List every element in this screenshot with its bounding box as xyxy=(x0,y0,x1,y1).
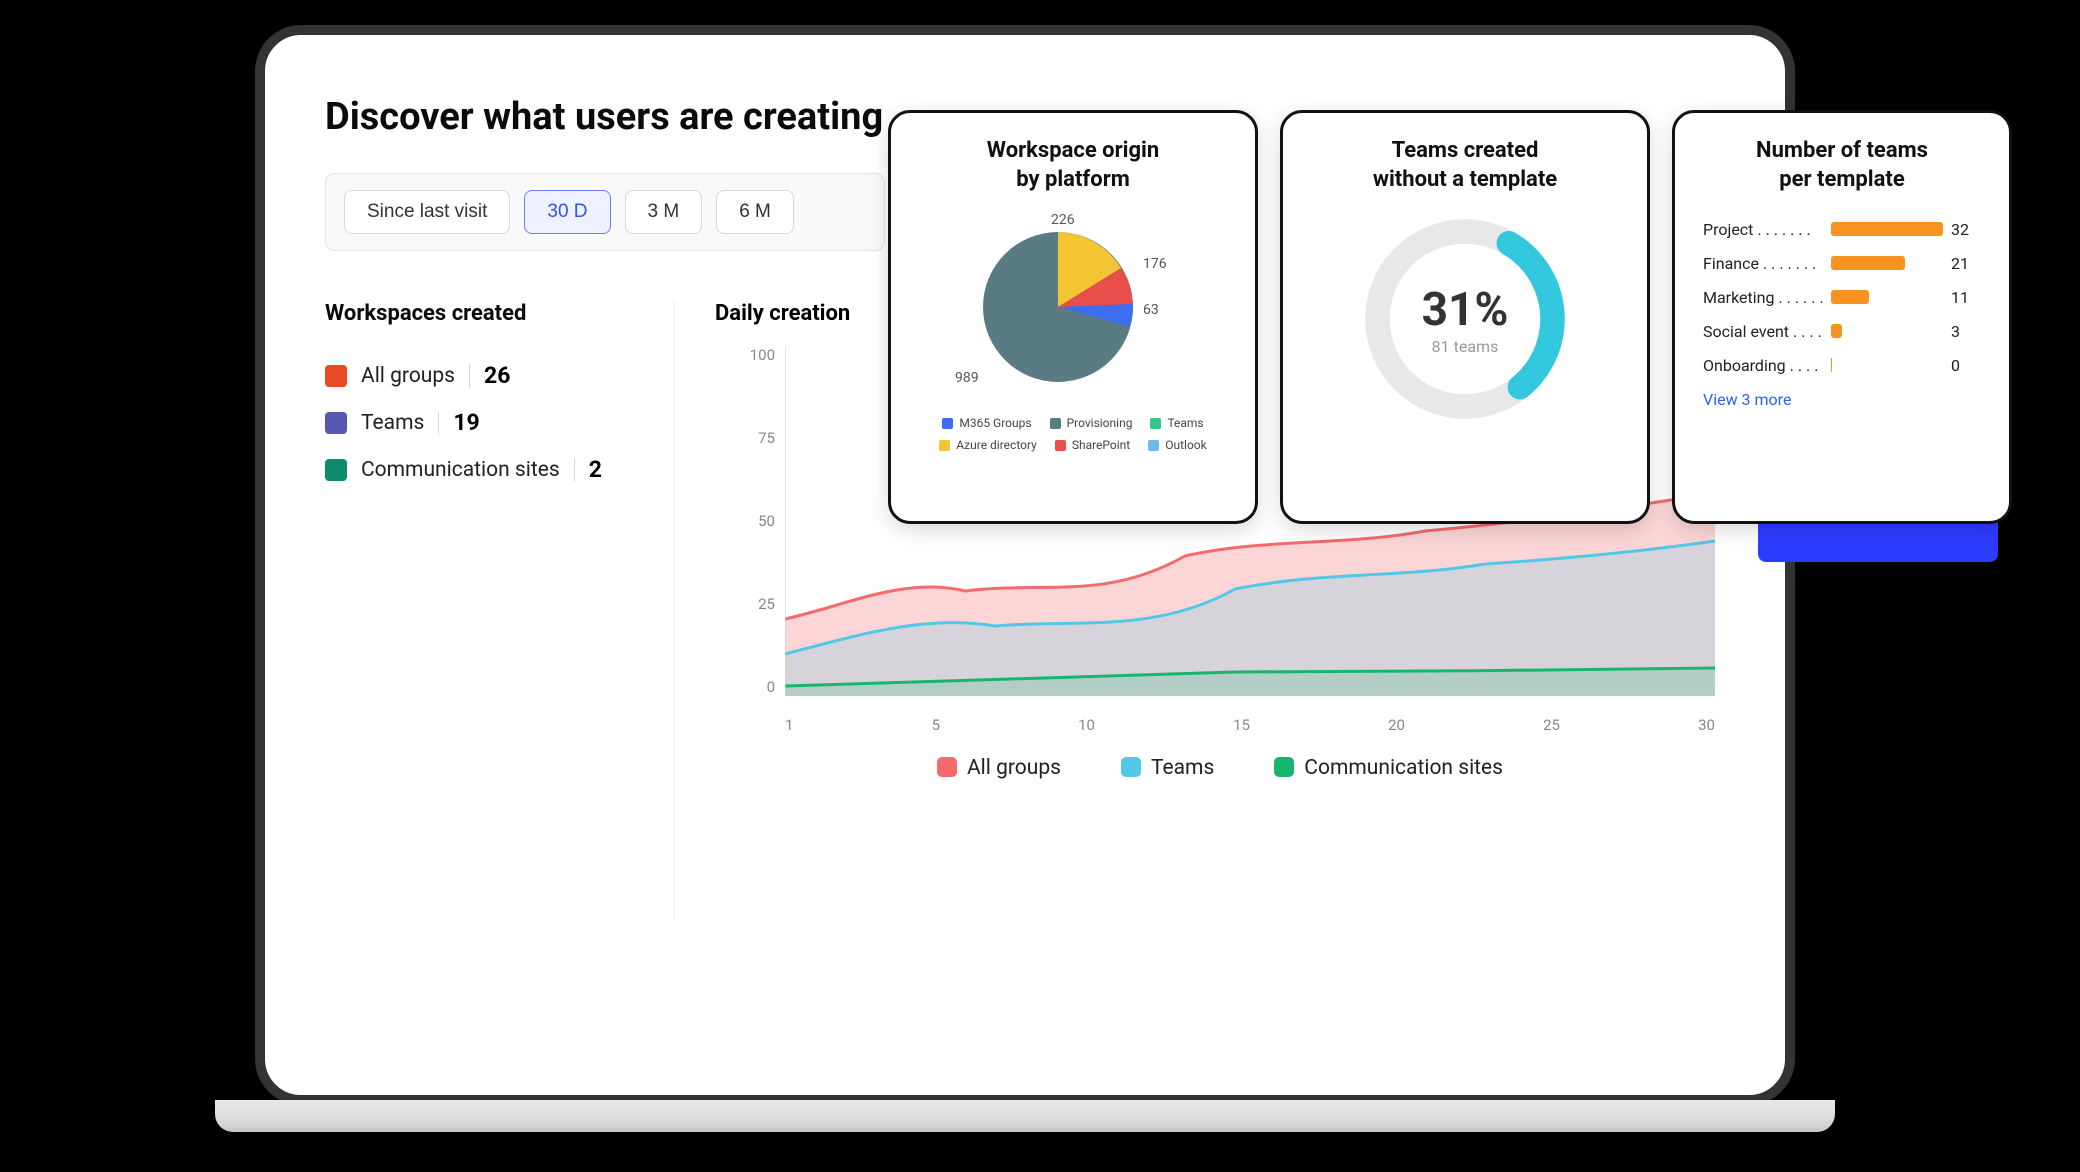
x-tick: 5 xyxy=(932,716,940,736)
pie-label: 63 xyxy=(1143,302,1159,318)
divider xyxy=(469,364,470,388)
bar-row: Finance . . . . . . . 21 xyxy=(1703,246,1981,280)
pie-label: 176 xyxy=(1143,256,1167,272)
card-teams-per-template: Number of teamsper template Project . . … xyxy=(1672,110,2012,524)
workspaces-heading: Workspaces created xyxy=(325,301,654,326)
x-tick: 30 xyxy=(1698,716,1715,736)
bar-label: Finance . . . . . . . xyxy=(1703,254,1823,273)
floating-cards: Workspace originby platform 226 176 63 9… xyxy=(888,110,2012,524)
bar-track xyxy=(1831,358,1943,372)
metric-label: Teams xyxy=(361,411,424,435)
bar-track xyxy=(1831,256,1943,270)
x-axis: 1 5 10 15 20 25 30 xyxy=(785,716,1715,736)
bar-value: 0 xyxy=(1951,356,1981,375)
bar-label: Marketing . . . . . . . xyxy=(1703,288,1823,307)
metric-comm-sites[interactable]: Communication sites 2 xyxy=(325,446,654,493)
range-30d[interactable]: 30 D xyxy=(524,190,610,234)
laptop-base xyxy=(215,1100,1835,1132)
legend-item-all-groups: All groups xyxy=(937,756,1061,780)
metric-teams[interactable]: Teams 19 xyxy=(325,399,654,446)
card-teams-without-template: Teams createdwithout a template 31% 81 t… xyxy=(1280,110,1650,524)
card-workspace-origin: Workspace originby platform 226 176 63 9… xyxy=(888,110,1258,524)
bar-row: Project . . . . . . . 32 xyxy=(1703,212,1981,246)
legend-item: M365 Groups xyxy=(942,416,1031,430)
bar-value: 32 xyxy=(1951,220,1981,239)
x-tick: 20 xyxy=(1388,716,1405,736)
metric-label: Communication sites xyxy=(361,458,560,482)
card-title: Workspace originby platform xyxy=(919,137,1227,194)
metric-value: 26 xyxy=(484,362,510,389)
date-range-bar: Since last visit 30 D 3 M 6 M xyxy=(325,173,885,251)
pie-legend: M365 Groups Provisioning Teams Azure dir… xyxy=(919,416,1227,452)
bar-label: Project . . . . . . . xyxy=(1703,220,1823,239)
teams-icon xyxy=(325,412,347,434)
x-tick: 1 xyxy=(785,716,793,736)
workspaces-created-panel: Workspaces created All groups 26 Teams 1… xyxy=(325,301,675,921)
metric-label: All groups xyxy=(361,364,455,388)
bar-label: Social event . . . . . . . xyxy=(1703,322,1823,341)
metric-all-groups[interactable]: All groups 26 xyxy=(325,352,654,399)
range-6m[interactable]: 6 M xyxy=(716,190,794,234)
sharepoint-icon xyxy=(325,459,347,481)
pie-label: 989 xyxy=(955,370,979,386)
metric-value: 2 xyxy=(589,456,602,483)
donut-chart: 31% 81 teams xyxy=(1360,214,1570,424)
legend-item: Azure directory xyxy=(939,438,1037,452)
office-icon xyxy=(325,365,347,387)
y-axis: 100 75 50 25 0 xyxy=(715,346,775,696)
donut-subtitle: 81 teams xyxy=(1432,337,1499,356)
bar-row: Marketing . . . . . . . 11 xyxy=(1703,280,1981,314)
y-tick: 50 xyxy=(758,512,775,530)
x-tick: 15 xyxy=(1233,716,1250,736)
bar-value: 21 xyxy=(1951,254,1981,273)
card-title: Number of teamsper template xyxy=(1703,137,1981,194)
donut-percent: 31% xyxy=(1422,283,1509,337)
y-tick: 100 xyxy=(750,346,775,364)
divider xyxy=(438,411,439,435)
swatch-icon xyxy=(937,757,957,777)
bar-row: Social event . . . . . . . 3 xyxy=(1703,314,1981,348)
metric-value: 19 xyxy=(453,409,479,436)
swatch-icon xyxy=(1121,757,1141,777)
y-tick: 75 xyxy=(758,429,775,447)
bar-value: 11 xyxy=(1951,288,1981,307)
y-tick: 25 xyxy=(758,595,775,613)
range-since-last-visit[interactable]: Since last visit xyxy=(344,190,510,234)
bar-value: 3 xyxy=(1951,322,1981,341)
x-tick: 10 xyxy=(1078,716,1095,736)
swatch-icon xyxy=(1274,757,1294,777)
legend-item: Teams xyxy=(1150,416,1203,430)
divider xyxy=(574,458,575,482)
y-tick: 0 xyxy=(767,678,775,696)
legend-item-teams: Teams xyxy=(1121,756,1214,780)
chart-legend: All groups Teams Communication sites xyxy=(715,756,1725,780)
legend-item: SharePoint xyxy=(1055,438,1130,452)
bar-list: Project . . . . . . . 32 Finance . . . . .… xyxy=(1703,212,1981,382)
bar-row: Onboarding . . . . . . . 0 xyxy=(1703,348,1981,382)
range-3m[interactable]: 3 M xyxy=(625,190,703,234)
bar-track xyxy=(1831,324,1943,338)
pie-label: 226 xyxy=(1051,212,1075,228)
card-title: Teams createdwithout a template xyxy=(1311,137,1619,194)
view-more-link[interactable]: View 3 more xyxy=(1703,390,1981,409)
pie-chart-icon xyxy=(983,232,1133,382)
bar-label: Onboarding . . . . . . . xyxy=(1703,356,1823,375)
bar-track xyxy=(1831,222,1943,236)
legend-item: Provisioning xyxy=(1050,416,1133,430)
legend-item-comm-sites: Communication sites xyxy=(1274,756,1503,780)
legend-item: Outlook xyxy=(1148,438,1206,452)
bar-track xyxy=(1831,290,1943,304)
x-tick: 25 xyxy=(1543,716,1560,736)
